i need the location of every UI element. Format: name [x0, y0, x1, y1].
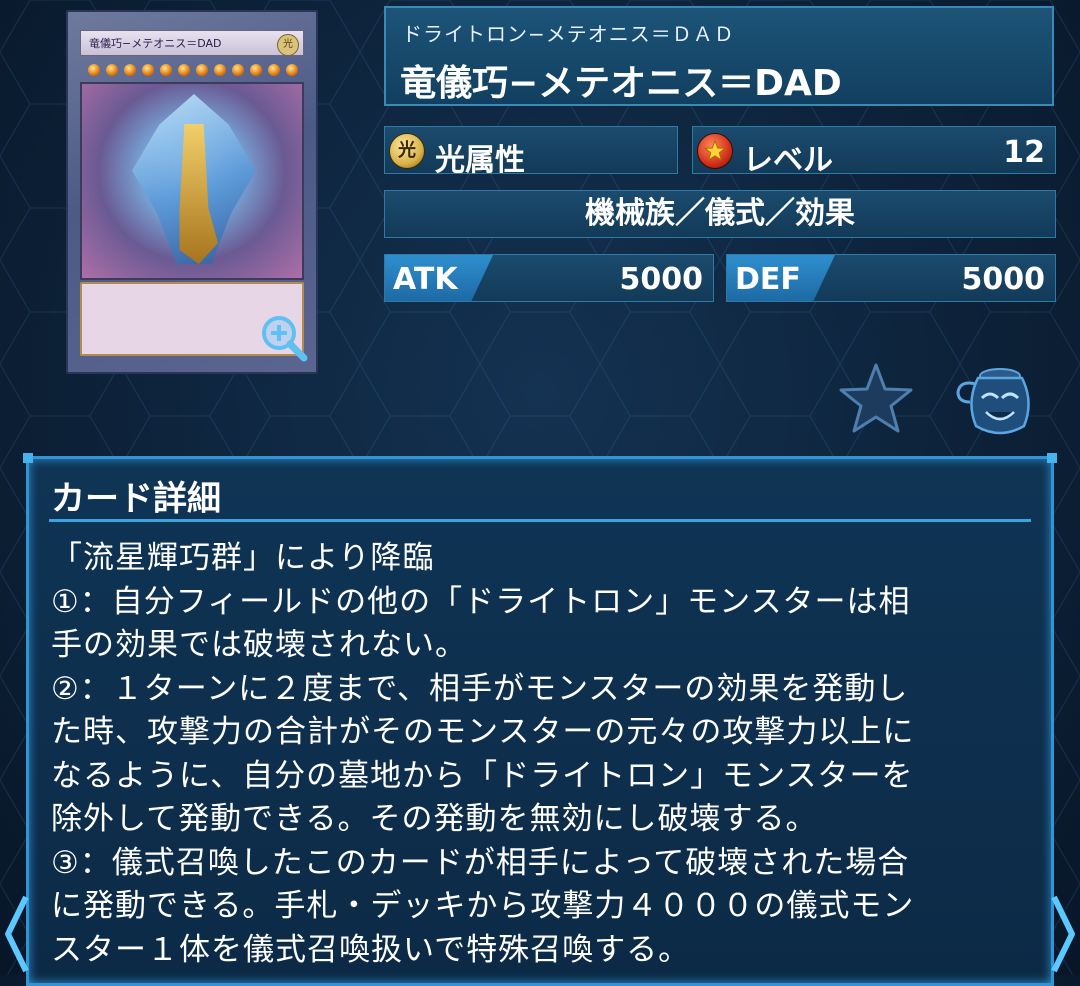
effect-line: 手の効果では破壊されない。: [51, 627, 467, 663]
monster-type-line: 機械族／儀式／効果: [384, 190, 1056, 238]
effect-line: なるように、自分の墓地から「ドライトロン」モンスターを: [51, 757, 914, 794]
card-detail-divider: [49, 519, 1031, 522]
effect-line: に発動できる。手札・デッキから攻撃力４０００の儀式モン: [51, 888, 915, 924]
card-thumb-attribute-icon: 光: [277, 34, 299, 55]
def-panel: DEF 5000: [726, 254, 1056, 302]
effect-line: 除外して発動できる。その発動を無効にし破壊する。: [51, 801, 818, 837]
effect-line: ③：儀式召喚したこのカードが相手によって破壊された場合: [51, 844, 910, 881]
card-thumb-name: 竜儀巧−メテオニス＝DAD 光: [80, 30, 304, 56]
previous-card-arrow-icon[interactable]: [0, 893, 34, 975]
card-detail-panel: カード詳細 「流星輝巧群」により降臨 ①：自分フィールドの他の「ドライトロン」モ…: [23, 453, 1057, 986]
effect-line: ①：自分フィールドの他の「ドライトロン」モンスターは相: [51, 583, 911, 620]
effect-line: 「流星輝巧群」により降臨: [51, 540, 435, 576]
attribute-panel: 光 光属性: [384, 126, 678, 178]
card-name-ruby: ドライトロン−メテオニス＝ＤＡＤ: [402, 22, 735, 46]
level-panel: レベル 12: [692, 126, 1056, 178]
atk-label: ATK: [393, 262, 458, 297]
zoom-in-icon[interactable]: [258, 312, 310, 364]
card-effect-text: 「流星輝巧群」により降臨 ①：自分フィールドの他の「ドライトロン」モンスターは相…: [51, 537, 1031, 972]
atk-panel: ATK 5000: [384, 254, 714, 302]
effect-line: た時、攻撃力の合計がそのモンスターの元々の攻撃力以上に: [51, 714, 915, 750]
card-name: 竜儀巧−メテオニス＝DAD: [400, 63, 842, 104]
card-thumbnail[interactable]: 竜儀巧−メテオニス＝DAD 光: [66, 10, 318, 374]
def-label: DEF: [735, 262, 801, 297]
attribute-label: 光属性: [435, 143, 525, 178]
effect-line: ②：１ターンに２度まで、相手がモンスターの効果を発動し: [51, 670, 909, 707]
pot-of-greed-icon[interactable]: [952, 362, 1038, 438]
atk-value: 5000: [619, 262, 704, 297]
def-value: 5000: [961, 262, 1046, 297]
card-artwork: [80, 82, 304, 280]
favorite-star-icon[interactable]: [838, 362, 914, 434]
next-card-arrow-icon[interactable]: [1046, 893, 1080, 975]
level-value: 12: [1003, 135, 1045, 170]
level-label: レベル: [743, 143, 833, 178]
card-detail-title: カード詳細: [51, 479, 221, 519]
card-thumb-level-stars: [88, 64, 298, 78]
card-name-panel: ドライトロン−メテオニス＝ＤＡＤ 竜儀巧−メテオニス＝DAD: [384, 6, 1054, 106]
light-attribute-icon: 光: [389, 133, 425, 169]
effect-line: スター１体を儀式召喚扱いで特殊召喚する。: [51, 931, 691, 968]
level-star-icon: [697, 133, 733, 169]
